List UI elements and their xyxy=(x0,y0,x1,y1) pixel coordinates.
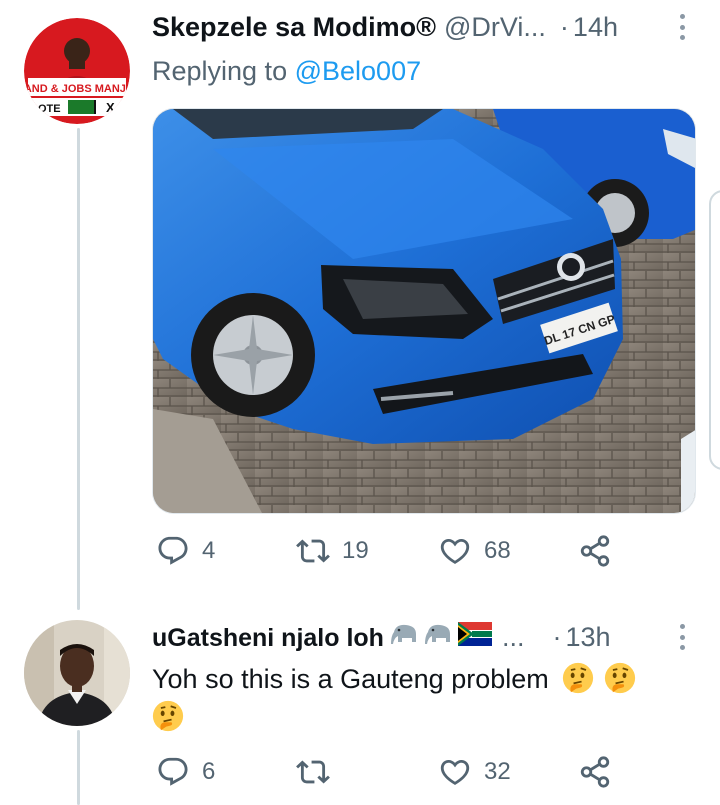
replying-to-mention[interactable]: @Belo007 xyxy=(295,56,422,86)
reply-count: 6 xyxy=(202,758,216,785)
reply-bubble-icon xyxy=(158,757,188,786)
thinking-face-emoji xyxy=(562,662,602,694)
reply-header: uGatsheni njalo loh ... · 13h xyxy=(152,622,611,653)
share-icon xyxy=(580,535,610,567)
reply-action-bar: 6 32 xyxy=(152,755,622,795)
reply-bubble-icon xyxy=(158,536,188,565)
tweet-photo[interactable]: DL 17 CN GP xyxy=(152,108,696,514)
south-africa-flag-emoji xyxy=(457,622,492,646)
more-dots-icon[interactable] xyxy=(677,14,687,40)
timestamp[interactable]: 14h xyxy=(573,12,618,43)
reply-button[interactable]: 4 xyxy=(156,534,215,568)
tweet-header: Skepzele sa Modimo® @DrVi... · 14h xyxy=(152,12,618,43)
reply-count: 4 xyxy=(202,537,216,564)
avatar[interactable] xyxy=(24,620,130,726)
like-count: 32 xyxy=(484,758,511,785)
more-dots-icon[interactable] xyxy=(677,624,687,650)
elephant-emoji xyxy=(424,624,450,644)
share-button[interactable] xyxy=(578,534,612,568)
retweet-button[interactable] xyxy=(296,755,342,789)
svg-text:OTE: OTE xyxy=(38,103,61,115)
replying-prefix: Replying to xyxy=(152,56,288,86)
separator-dot: · xyxy=(552,622,562,652)
tweet-action-bar: 4 19 68 xyxy=(152,534,622,574)
timestamp[interactable]: 13h xyxy=(565,622,610,653)
handle[interactable]: @DrVi... xyxy=(444,12,546,43)
car-photo-illustration: DL 17 CN GP xyxy=(153,109,695,513)
reply-body: Yoh so this is a Gauteng problem xyxy=(152,660,682,736)
share-button[interactable] xyxy=(578,755,612,789)
overlay-card-edge[interactable] xyxy=(709,190,720,470)
display-name[interactable]: uGatsheni njalo loh xyxy=(152,624,384,653)
thread-line-top xyxy=(77,128,80,610)
reply-button[interactable]: 6 xyxy=(156,755,215,789)
elephant-emoji xyxy=(390,624,416,644)
reply-text: Yoh so this is a Gauteng problem xyxy=(152,664,549,694)
retweet-button[interactable]: 19 xyxy=(296,534,369,568)
name-emojis xyxy=(390,622,492,646)
replying-to: Replying to @Belo007 xyxy=(152,56,421,87)
separator-dot: · xyxy=(559,12,569,42)
share-icon xyxy=(580,756,610,788)
like-button[interactable]: 32 xyxy=(438,755,511,789)
thinking-face-emoji xyxy=(604,662,636,694)
name-ellipsis: ... xyxy=(501,622,525,652)
thinking-face-emoji xyxy=(152,700,184,732)
thread-line-bottom xyxy=(77,730,80,805)
like-button[interactable]: 68 xyxy=(438,534,511,568)
like-count: 68 xyxy=(484,537,511,564)
avatar[interactable]: LAND & JOBS MANJE! OTE X xyxy=(24,18,130,124)
svg-text:LAND & JOBS MANJE!: LAND & JOBS MANJE! xyxy=(24,83,130,95)
retweet-icon xyxy=(296,760,330,784)
heart-icon xyxy=(440,759,470,785)
svg-text:X: X xyxy=(106,100,115,115)
display-name[interactable]: Skepzele sa Modimo® xyxy=(152,12,436,43)
retweet-icon xyxy=(296,539,330,563)
retweet-count: 19 xyxy=(342,537,369,564)
heart-icon xyxy=(440,538,470,564)
